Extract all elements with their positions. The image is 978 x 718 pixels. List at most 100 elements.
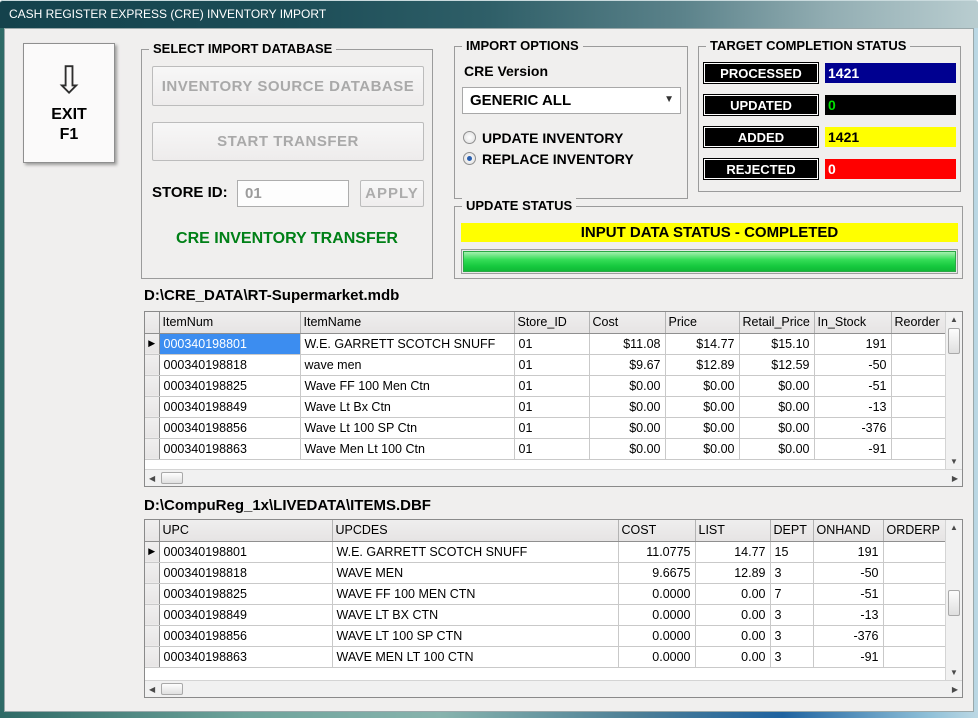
cell[interactable]: WAVE FF 100 MEN CTN [332,583,618,604]
row-header[interactable] [145,583,159,604]
cell[interactable]: 0.0000 [618,625,695,646]
cell[interactable]: 01 [514,396,589,417]
row-header[interactable] [145,375,159,396]
cell[interactable]: $9.67 [589,354,665,375]
cell[interactable] [883,562,946,583]
inventory-source-database-button[interactable]: INVENTORY SOURCE DATABASE [152,66,424,106]
cell[interactable]: $0.00 [589,438,665,459]
column-header-itemname[interactable]: ItemName [300,312,514,333]
cell[interactable]: -91 [814,438,891,459]
cell[interactable]: 0.00 [695,604,770,625]
cell[interactable]: -376 [814,417,891,438]
cell[interactable] [883,583,946,604]
cell[interactable] [891,354,946,375]
cell[interactable] [883,541,946,562]
apply-button[interactable]: APPLY [360,180,424,207]
cell[interactable]: $0.00 [739,417,814,438]
table-row[interactable]: 000340198825Wave FF 100 Men Ctn01$0.00$0… [145,375,946,396]
start-transfer-button[interactable]: START TRANSFER [152,122,424,161]
column-header-dept[interactable]: DEPT [770,520,813,541]
column-header-store_id[interactable]: Store_ID [514,312,589,333]
scroll-right-icon[interactable]: ▶ [952,474,958,483]
cell[interactable]: 0.0000 [618,646,695,667]
table-row[interactable]: ▶000340198801W.E. GARRETT SCOTCH SNUFF11… [145,541,946,562]
cell[interactable]: $0.00 [739,438,814,459]
cell[interactable]: 000340198849 [159,604,332,625]
cell[interactable]: wave men [300,354,514,375]
cell[interactable]: 11.0775 [618,541,695,562]
cell[interactable]: 000340198801 [159,333,300,354]
column-header-upc[interactable]: UPC [159,520,332,541]
cell[interactable]: 000340198863 [159,646,332,667]
cell[interactable]: 000340198856 [159,625,332,646]
scroll-down-icon[interactable]: ▼ [950,457,958,466]
table-row[interactable]: 000340198856WAVE LT 100 SP CTN0.00000.00… [145,625,946,646]
hscroll-thumb[interactable] [161,683,183,695]
row-header[interactable] [145,646,159,667]
table-row[interactable]: 000340198818WAVE MEN9.667512.893-50 [145,562,946,583]
table-row[interactable]: 000340198849Wave Lt Bx Ctn01$0.00$0.00$0… [145,396,946,417]
column-header-cost[interactable]: Cost [589,312,665,333]
exit-button[interactable]: ⇩ EXIT F1 [23,43,115,163]
row-header[interactable] [145,438,159,459]
column-header-reorder[interactable]: Reorder [891,312,946,333]
vscroll-thumb[interactable] [948,328,960,354]
table-row[interactable]: 000340198863WAVE MEN LT 100 CTN0.00000.0… [145,646,946,667]
cell[interactable]: 3 [770,604,813,625]
cell[interactable]: $0.00 [739,375,814,396]
cell[interactable] [891,417,946,438]
row-header[interactable] [145,354,159,375]
cell[interactable]: $14.77 [665,333,739,354]
cell[interactable]: 15 [770,541,813,562]
cell[interactable]: $0.00 [589,396,665,417]
cell[interactable] [891,333,946,354]
cell[interactable]: 0.0000 [618,604,695,625]
cell[interactable]: 01 [514,417,589,438]
column-header-orderp[interactable]: ORDERP [883,520,946,541]
cell[interactable]: 000340198818 [159,354,300,375]
cell[interactable]: 000340198825 [159,583,332,604]
cell[interactable]: $12.89 [665,354,739,375]
cell[interactable]: -51 [813,583,883,604]
dbf-table-hscrollbar[interactable]: ◀ ▶ [145,680,962,697]
cell[interactable] [891,375,946,396]
cell[interactable]: $12.59 [739,354,814,375]
radio-icon[interactable] [463,131,476,144]
cre-version-dropdown[interactable]: GENERIC ALL ▼ [462,87,681,114]
scroll-down-icon[interactable]: ▼ [950,668,958,677]
cell[interactable]: 01 [514,333,589,354]
window-titlebar[interactable]: CASH REGISTER EXPRESS (CRE) INVENTORY IM… [0,0,978,28]
hscroll-thumb[interactable] [161,472,183,484]
cell[interactable]: -50 [813,562,883,583]
cell[interactable]: WAVE LT BX CTN [332,604,618,625]
cell[interactable]: 000340198849 [159,396,300,417]
current-row-marker[interactable]: ▶ [145,541,159,562]
scroll-right-icon[interactable]: ▶ [952,685,958,694]
cell[interactable]: $0.00 [589,417,665,438]
cell[interactable]: WAVE LT 100 SP CTN [332,625,618,646]
cell[interactable] [883,646,946,667]
radio-icon[interactable] [463,152,476,165]
cell[interactable]: 3 [770,562,813,583]
cell[interactable]: $0.00 [589,375,665,396]
cell[interactable]: W.E. GARRETT SCOTCH SNUFF [300,333,514,354]
scroll-up-icon[interactable]: ▲ [950,315,958,324]
column-header-cost[interactable]: COST [618,520,695,541]
cell[interactable]: $0.00 [665,438,739,459]
column-header-price[interactable]: Price [665,312,739,333]
cell[interactable]: 01 [514,354,589,375]
column-header-list[interactable]: LIST [695,520,770,541]
cell[interactable]: -91 [813,646,883,667]
cell[interactable]: -13 [814,396,891,417]
row-header[interactable] [145,417,159,438]
cell[interactable]: 000340198818 [159,562,332,583]
cell[interactable]: Wave Men Lt 100 Ctn [300,438,514,459]
cell[interactable]: 000340198801 [159,541,332,562]
cell[interactable] [883,604,946,625]
cell[interactable]: 000340198856 [159,417,300,438]
scroll-up-icon[interactable]: ▲ [950,523,958,532]
cell[interactable]: WAVE MEN [332,562,618,583]
cell[interactable]: 191 [813,541,883,562]
cell[interactable] [891,438,946,459]
column-header-upcdes[interactable]: UPCDES [332,520,618,541]
